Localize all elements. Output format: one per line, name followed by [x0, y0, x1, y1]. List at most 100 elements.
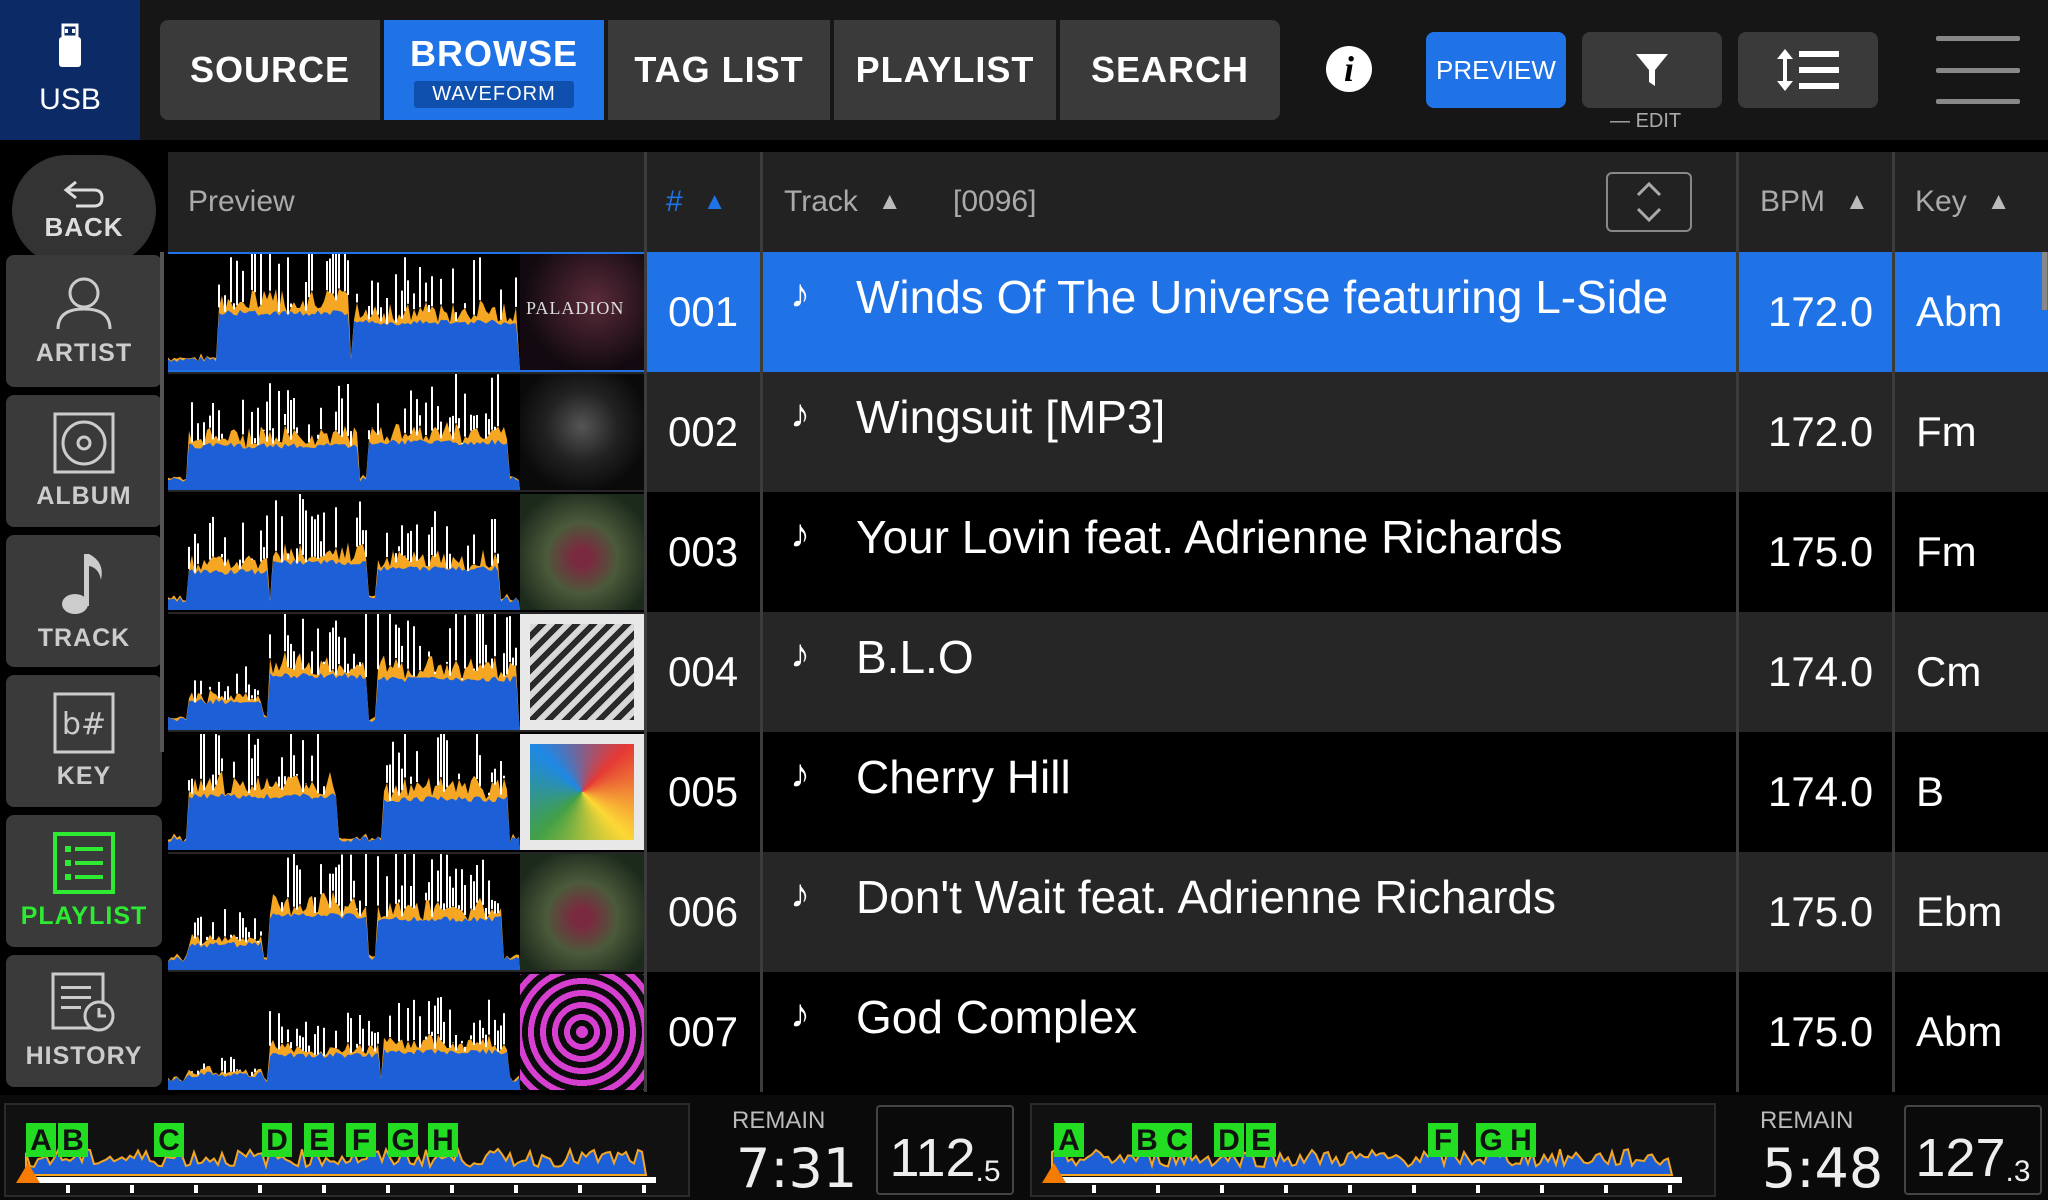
waveform-sublabel: WAVEFORM: [414, 80, 574, 108]
deck-2-remaining-time: 5:48: [1762, 1137, 1884, 1200]
table-row[interactable]: 004 ♪ B.L.O 174.0 Cm: [168, 612, 2048, 732]
svg-text:D: D: [266, 1124, 288, 1157]
preview-waveform: [168, 614, 520, 730]
cue-marker[interactable]: H: [428, 1123, 458, 1157]
cue-marker[interactable]: A: [26, 1123, 56, 1157]
sidebar-item-artist[interactable]: ARTIST: [6, 255, 162, 387]
tab-tag-list[interactable]: TAG LIST: [608, 20, 830, 120]
preview-waveform: [168, 254, 520, 370]
track-title: B.L.O: [856, 631, 974, 683]
cue-marker[interactable]: C: [154, 1123, 184, 1157]
music-note-icon: [62, 553, 102, 614]
menu-icon[interactable]: [1936, 36, 2020, 104]
cue-marker[interactable]: E: [304, 1123, 334, 1157]
track-bpm: 174.0: [1768, 768, 1874, 815]
table-scrollbar[interactable]: [2042, 252, 2047, 310]
cue-marker[interactable]: D: [1214, 1123, 1244, 1157]
track-preview[interactable]: [168, 734, 644, 850]
track-preview[interactable]: [168, 974, 644, 1090]
tab-search[interactable]: SEARCH: [1060, 20, 1280, 120]
svg-text:G: G: [391, 1124, 414, 1157]
track-preview[interactable]: [168, 374, 644, 490]
cue-marker[interactable]: H: [1506, 1123, 1536, 1157]
svg-text:A: A: [1058, 1124, 1080, 1157]
sidebar-item-track[interactable]: TRACK: [6, 535, 162, 667]
track-bpm: 172.0: [1768, 408, 1874, 455]
info-icon[interactable]: i: [1326, 46, 1372, 92]
preview-waveform: [168, 734, 520, 850]
sidebar-item-history[interactable]: HISTORY: [6, 955, 162, 1087]
track-preview[interactable]: [168, 614, 644, 730]
tab-source[interactable]: SOURCE: [160, 20, 380, 120]
header-preview: Preview: [188, 152, 295, 252]
jump-scroll-button[interactable]: [1606, 172, 1692, 232]
category-sidebar: BACK ARTIST ALBUM TRACK b# KEY PLAYLIST …: [0, 140, 165, 1095]
disc-icon: [53, 412, 115, 473]
overview-waveform-graphic: A BCDE FGH: [1042, 1123, 1682, 1193]
album-art-text: PALADION: [526, 298, 625, 318]
sidebar-item-key[interactable]: b# KEY: [6, 675, 162, 807]
header-key[interactable]: Key ▲: [1915, 152, 2010, 252]
music-note-icon: ♪: [790, 632, 810, 676]
cue-marker[interactable]: B: [1132, 1123, 1162, 1157]
svg-text:D: D: [1218, 1124, 1240, 1157]
cue-marker[interactable]: D: [262, 1123, 292, 1157]
cue-marker[interactable]: F: [346, 1123, 376, 1157]
sidebar-scrollbar[interactable]: [160, 252, 164, 752]
tab-browse[interactable]: BROWSE WAVEFORM: [384, 20, 604, 120]
filter-button[interactable]: [1582, 32, 1722, 108]
header-bpm[interactable]: BPM ▲: [1760, 152, 1869, 252]
table-row[interactable]: 007 ♪ God Complex 175.0 Abm: [168, 972, 2048, 1092]
sort-asc-icon: ▲: [877, 188, 902, 215]
column-divider: [1892, 152, 1895, 1092]
person-icon: [56, 277, 112, 329]
preview-label: PREVIEW: [1436, 54, 1556, 85]
overview-waveform-graphic: AB C DEFGH: [16, 1123, 656, 1193]
table-row[interactable]: 002 ♪ Wingsuit [MP3] 172.0 Fm: [168, 372, 2048, 492]
music-note-icon: ♪: [790, 512, 810, 556]
cue-marker[interactable]: E: [1246, 1123, 1276, 1157]
header-track[interactable]: Track ▲: [784, 152, 902, 252]
tab-playlist[interactable]: PLAYLIST: [834, 20, 1056, 120]
track-key: Ebm: [1916, 888, 2003, 935]
edit-text: EDIT: [1635, 110, 1682, 132]
table-row[interactable]: 003 ♪ Your Lovin feat. Adrienne Richards 17…: [168, 492, 2048, 612]
deck-2-overview-waveform[interactable]: A BCDE FGH: [1030, 1103, 1716, 1197]
preview-waveform: [168, 854, 520, 970]
preview-button[interactable]: PREVIEW: [1426, 32, 1566, 108]
track-preview[interactable]: PALADION: [168, 254, 644, 370]
cue-marker[interactable]: G: [388, 1123, 418, 1157]
header-number[interactable]: # ▲: [666, 152, 726, 252]
table-row[interactable]: 006 ♪ Don't Wait feat. Adrienne Richards 17…: [168, 852, 2048, 972]
deck-1-overview-waveform[interactable]: AB C DEFGH: [4, 1103, 690, 1197]
bpm-integer: 112: [889, 1128, 976, 1188]
back-button[interactable]: BACK: [12, 155, 156, 265]
cue-marker[interactable]: A: [1054, 1123, 1084, 1157]
cue-marker[interactable]: B: [58, 1123, 88, 1157]
svg-text:E: E: [309, 1124, 329, 1157]
sidebar-item-album[interactable]: ALBUM: [6, 395, 162, 527]
cue-marker[interactable]: G: [1476, 1123, 1506, 1157]
track-bpm: 175.0: [1768, 1008, 1874, 1055]
track-preview[interactable]: [168, 494, 644, 610]
header-label: #: [666, 185, 683, 218]
music-note-icon: ♪: [790, 392, 810, 436]
info-glyph: i: [1343, 49, 1354, 89]
tab-label: SEARCH: [1090, 49, 1249, 90]
header-label: Preview: [188, 185, 295, 218]
sidebar-item-label: TRACK: [37, 623, 131, 652]
table-row[interactable]: 005 ♪ Cherry Hill 174.0 B: [168, 732, 2048, 852]
table-row[interactable]: PALADION 001 ♪ Winds Of The Universe featur…: [168, 252, 2048, 372]
sort-asc-icon: ▲: [1845, 188, 1869, 215]
column-divider: [760, 152, 763, 1092]
sort-button[interactable]: [1738, 32, 1878, 108]
cue-marker[interactable]: C: [1162, 1123, 1192, 1157]
cue-marker[interactable]: F: [1428, 1123, 1458, 1157]
playlist-icon: [53, 831, 115, 894]
edit-label: — EDIT: [1610, 110, 1682, 132]
header-label: Key: [1915, 185, 1967, 218]
usb-source-button[interactable]: USB: [0, 0, 140, 140]
music-note-icon: ♪: [790, 992, 810, 1036]
sidebar-item-playlist[interactable]: PLAYLIST: [6, 815, 162, 947]
track-preview[interactable]: [168, 854, 644, 970]
